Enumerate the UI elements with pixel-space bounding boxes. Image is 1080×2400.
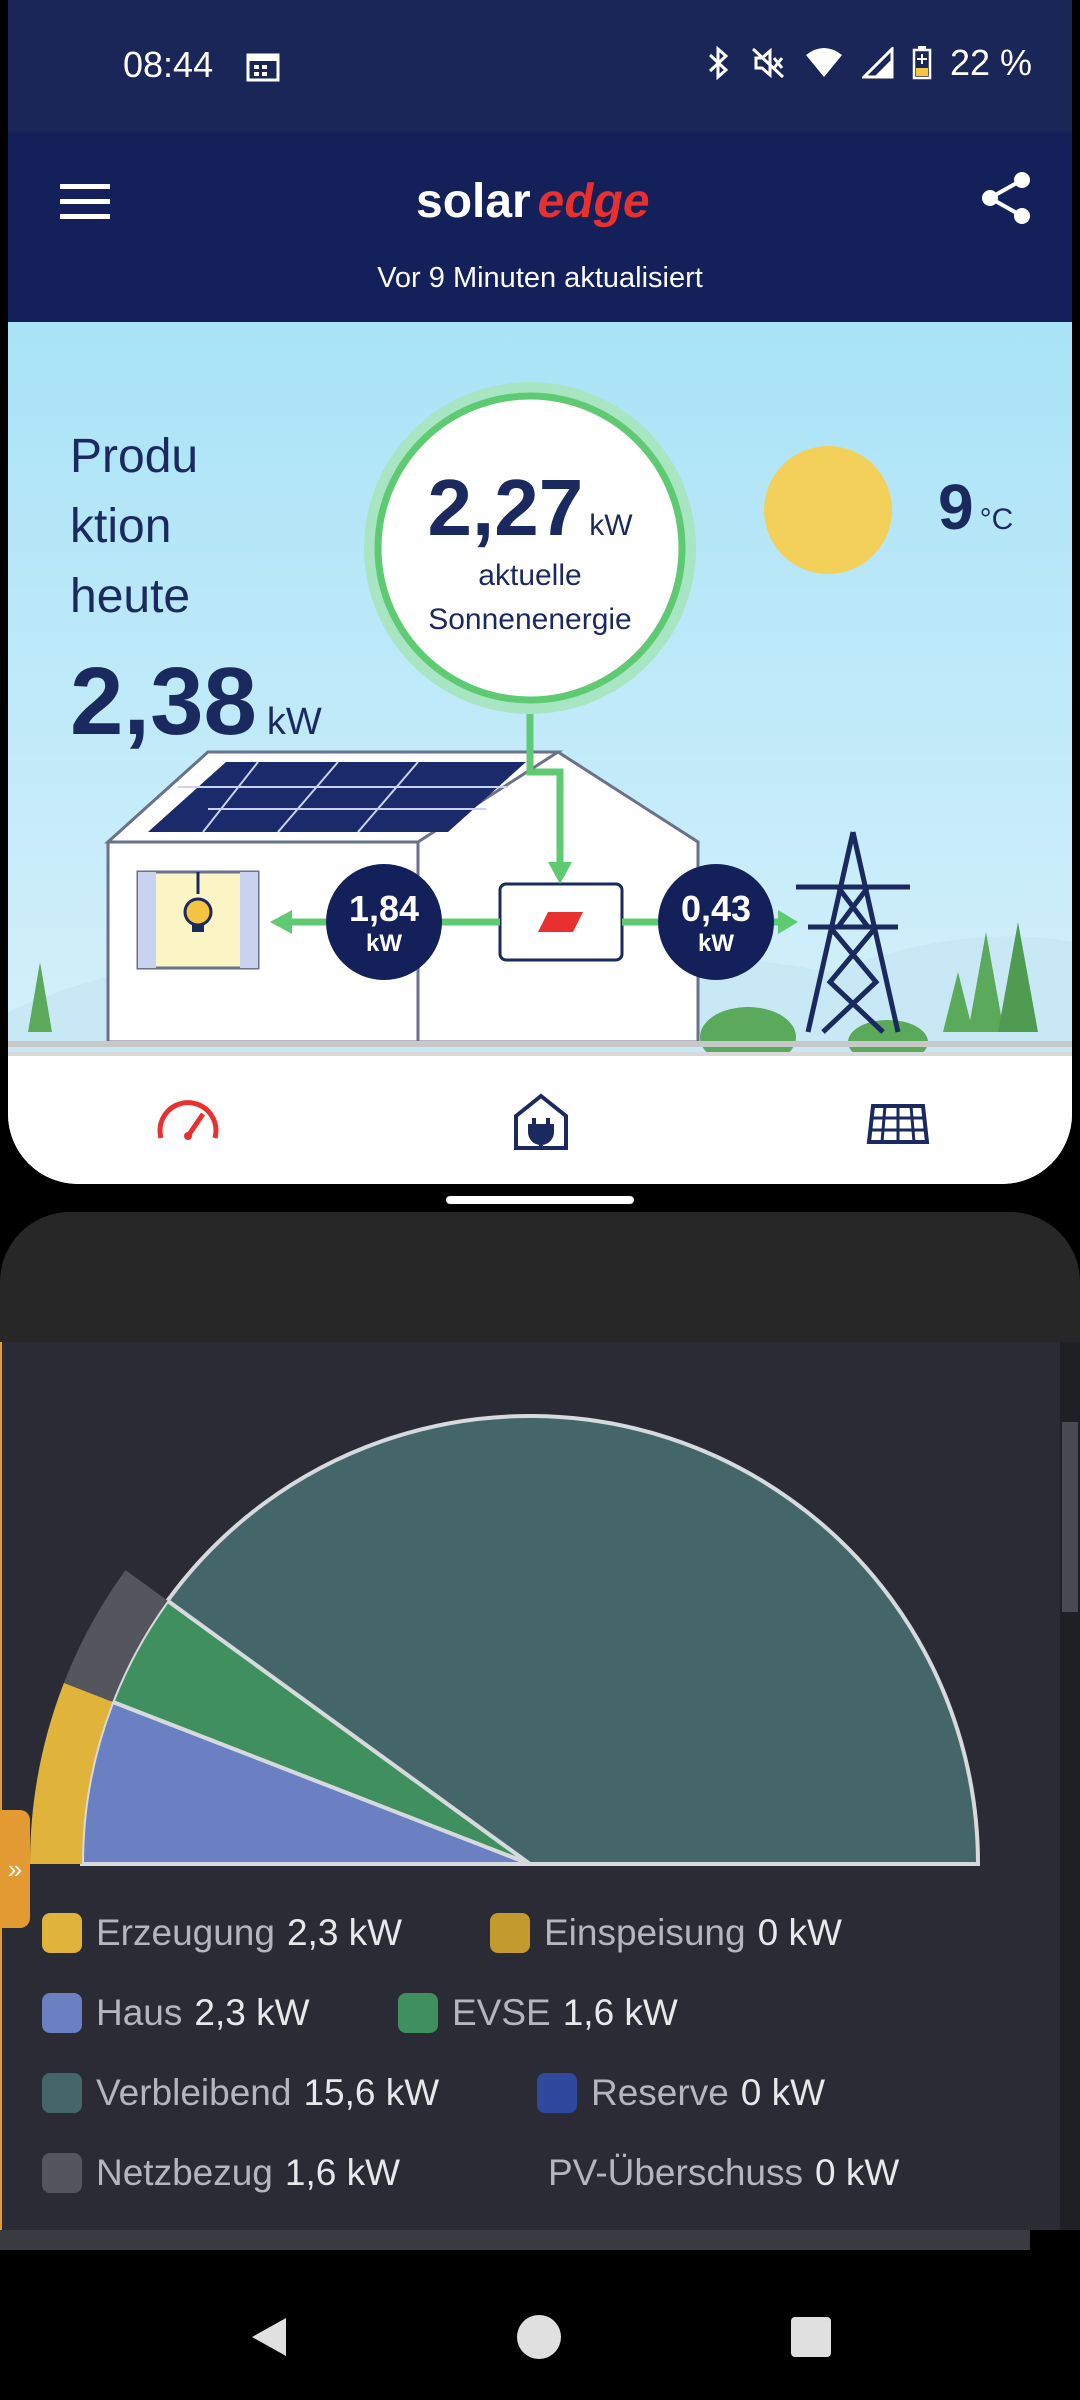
current-solar-power[interactable]: 2,27 kW aktuelle Sonnenenergie (380, 302, 680, 642)
legend-swatch (398, 1993, 438, 2033)
energy-flow-scene: Produ ktion heute 2,38 kW 2,27 kW aktuelle… (8, 322, 1072, 1052)
legend-item-pv-ueberschuss: PV-Überschuss 0 kW (548, 2152, 899, 2194)
grid-export-value: 0,43 (680, 888, 752, 929)
legend-item-einspeisung: Einspeisung 0 kW (490, 1912, 842, 1954)
energy-gauge-chart (30, 1413, 981, 1866)
temperature: 9 °C (938, 470, 1013, 544)
current-power-value: 2,27 (427, 463, 584, 552)
status-bar: 08:44 22 % (8, 0, 1072, 132)
production-value: 2,38 (70, 648, 257, 755)
legend-name: Einspeisung (544, 1912, 746, 1953)
legend-item-erzeugung: Erzeugung 2,3 kW (42, 1912, 402, 1954)
legend-value: 0 kW (740, 2072, 826, 2113)
legend-name: Haus (96, 1992, 183, 2033)
legend-value: 0 kW (815, 2152, 900, 2193)
legend-value: 0 kW (757, 1912, 842, 1953)
legend-value: 1,6 kW (284, 2152, 401, 2193)
wifi-icon (805, 48, 842, 77)
widget-scrollbar[interactable] (1060, 1342, 1080, 2230)
legend-item-haus: Haus 2,3 kW (42, 1992, 310, 2034)
last-updated-text: Vor 9 Minuten aktualisiert (377, 262, 703, 294)
layout-icon[interactable] (863, 1086, 933, 1156)
legend-value: 2,3 kW (286, 1912, 403, 1953)
legend-swatch (42, 1913, 82, 1953)
bluetooth-icon (708, 46, 729, 80)
production-label-line: Produ (70, 430, 199, 483)
legend-item-reserve: Reserve 0 kW (537, 2072, 825, 2114)
legend-name: Erzeugung (96, 1912, 275, 1953)
legend-swatch (42, 1993, 82, 2033)
legend-value: 1,6 kW (562, 1992, 678, 2033)
production-label-line: ktion (70, 500, 172, 553)
scrollbar-thumb[interactable] (1062, 1422, 1078, 1612)
temperature-value: 9 (938, 471, 974, 543)
smart-home-icon[interactable] (506, 1086, 576, 1156)
solaredge-logo: solar edge (408, 160, 688, 240)
legend-name: Reserve (591, 2072, 729, 2113)
system-navigation-bar (0, 2274, 1080, 2400)
legend-name: Verbleibend (96, 2072, 292, 2113)
widget-bottom-bar (0, 2230, 1030, 2250)
logo-text-solar: solar (416, 175, 531, 228)
solaredge-widget-card[interactable]: solar edge Vor 9 Minuten aktualisiert Pr… (8, 132, 1072, 1184)
legend-swatch (490, 1913, 530, 1953)
logo-text-edge: edge (533, 175, 655, 228)
house-consumption-bubble: 1,84 kW (326, 864, 442, 980)
app-bottom-nav (8, 1052, 1072, 1184)
production-unit: kW (266, 701, 322, 743)
gesture-indicator[interactable] (446, 1196, 634, 1204)
grid-export-unit: kW (698, 930, 734, 957)
status-time: 08:44 (123, 44, 214, 85)
legend-value: 15,6 kW (303, 2072, 440, 2113)
legend-item-netzbezug: Netzbezug 1,6 kW (42, 2152, 400, 2194)
calendar-icon (246, 53, 280, 82)
current-power-label-1: aktuelle (478, 559, 582, 592)
production-today-label: Produ ktion heute (70, 422, 270, 632)
grid-export-bubble: 0,43 kW (658, 864, 774, 980)
production-label-line: heute (70, 570, 191, 623)
legend-value: 2,3 kW (194, 1992, 310, 2033)
back-icon[interactable] (244, 2312, 294, 2362)
widget-left-edge (0, 1342, 2, 2230)
expand-side-tab[interactable]: » (0, 1810, 30, 1928)
app-header: solar edge Vor 9 Minuten aktualisiert (8, 132, 1072, 322)
signal-icon (861, 47, 894, 79)
home-icon[interactable] (514, 2312, 564, 2362)
current-power-unit: kW (589, 509, 633, 542)
recents-icon[interactable] (786, 2312, 836, 2362)
dashboard-icon[interactable] (153, 1086, 223, 1156)
legend-name: PV-Überschuss (548, 2152, 803, 2193)
house-consumption-unit: kW (366, 930, 402, 957)
current-power-label-2: Sonnenenergie (428, 603, 632, 636)
legend-swatch (537, 2073, 577, 2113)
temperature-unit: °C (979, 503, 1014, 536)
legend-item-verbleibend: Verbleibend 15,6 kW (42, 2072, 439, 2114)
mute-icon (751, 47, 784, 79)
widget-header (0, 1212, 1080, 1342)
legend-name: Netzbezug (96, 2152, 273, 2193)
legend-swatch (42, 2073, 82, 2113)
house-consumption-value: 1,84 (348, 888, 420, 929)
production-today-value: 2,38 kW (70, 652, 322, 772)
battery-icon (912, 46, 932, 80)
legend-item-evse: EVSE 1,6 kW (398, 1992, 678, 2034)
menu-icon[interactable] (56, 176, 116, 226)
legend-swatch (42, 2153, 82, 2193)
battery-percentage: 22 % (949, 42, 1032, 83)
share-icon[interactable] (976, 168, 1036, 228)
legend-name: EVSE (452, 1992, 551, 2033)
energy-gauge-widget: » Erzeugung 2,3 kW Einspeisung 0 kW Haus… (0, 1342, 1060, 2230)
